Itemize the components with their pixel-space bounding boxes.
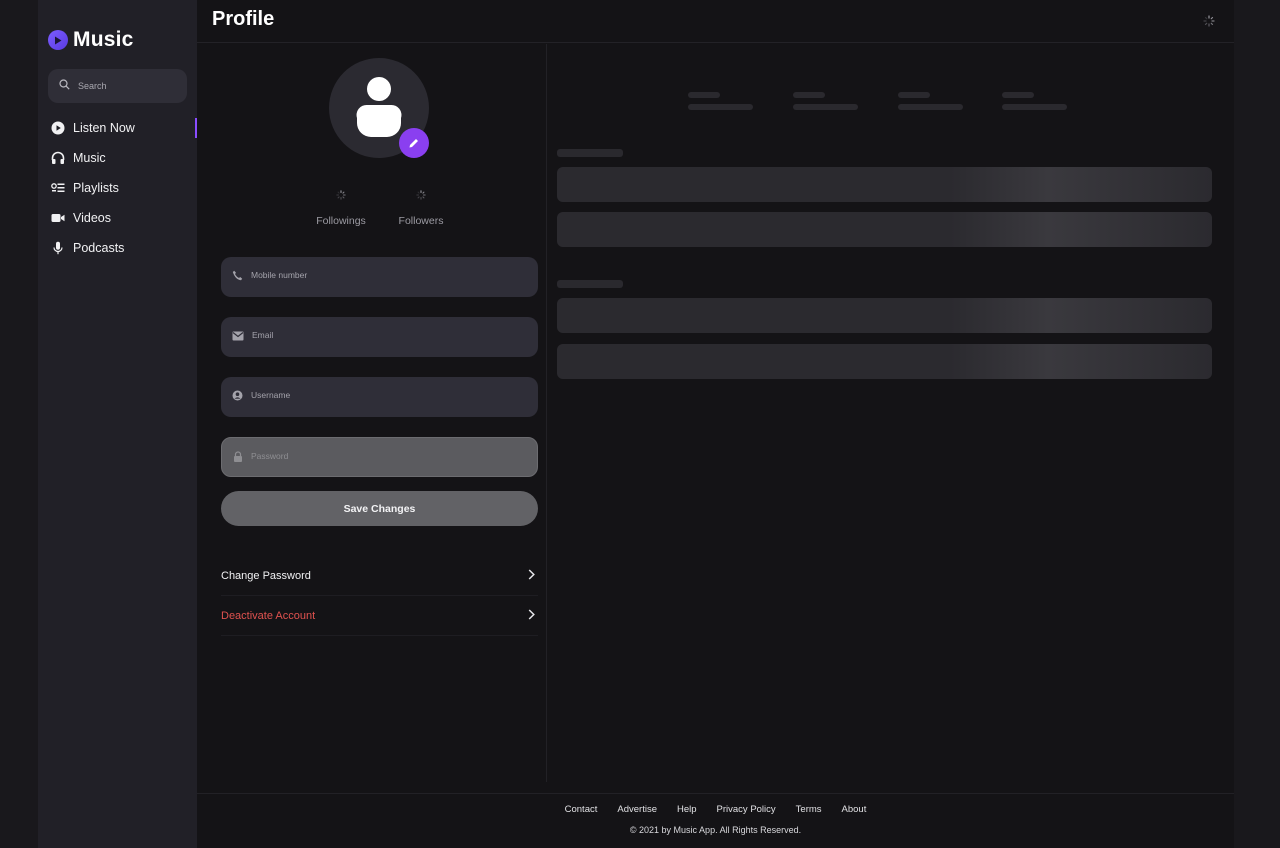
page-header: Profile [197, 0, 1234, 43]
footer-link-about[interactable]: About [842, 804, 867, 815]
sidebar-item-label: Listen Now [73, 121, 135, 135]
sidebar-item-label: Music [73, 151, 106, 165]
user-circle-icon [232, 388, 243, 406]
mobile-number-field[interactable] [221, 257, 538, 297]
sidebar-item-music[interactable]: Music [38, 143, 197, 173]
sidebar-item-label: Videos [73, 211, 111, 225]
skeleton-tab-subtitle [898, 104, 963, 110]
loading-spinner-icon [301, 190, 381, 202]
skeleton-section-heading [557, 149, 623, 157]
footer-link-privacy-policy[interactable]: Privacy Policy [717, 804, 776, 815]
playlist-icon [51, 181, 65, 195]
search-icon [59, 77, 70, 95]
video-icon [51, 211, 65, 225]
footer-link-contact[interactable]: Contact [565, 804, 598, 815]
skeleton-tab-subtitle [793, 104, 858, 110]
sidebar: Music Listen Now Music Playlists [38, 0, 197, 848]
chevron-right-icon [528, 568, 535, 583]
app-logo[interactable]: Music [48, 28, 134, 52]
sidebar-item-podcasts[interactable]: Podcasts [38, 233, 197, 263]
save-changes-button[interactable]: Save Changes [221, 491, 538, 526]
chevron-right-icon [528, 608, 535, 623]
loading-spinner-icon [1203, 14, 1215, 32]
password-input[interactable] [251, 451, 511, 461]
stat-followings[interactable]: Followings [301, 190, 381, 227]
microphone-icon [51, 241, 65, 255]
skeleton-tab-subtitle [688, 104, 753, 110]
mobile-number-input[interactable] [251, 270, 511, 280]
password-field[interactable] [221, 437, 538, 477]
skeleton-tab-subtitle [1002, 104, 1067, 110]
email-field[interactable] [221, 317, 538, 357]
search-box[interactable] [48, 69, 187, 103]
sidebar-item-videos[interactable]: Videos [38, 203, 197, 233]
page-title: Profile [212, 8, 275, 30]
main-content: Profile Followings Followers Mobile numb… [197, 0, 1234, 848]
sidebar-item-label: Playlists [73, 181, 119, 195]
skeleton-tab-title [1002, 92, 1034, 98]
username-field[interactable] [221, 377, 538, 417]
change-password-link[interactable]: Change Password [221, 556, 538, 596]
skeleton-row [557, 298, 1212, 333]
footer-links: Contact Advertise Help Privacy Policy Te… [197, 804, 1234, 815]
pencil-icon [409, 139, 418, 148]
loading-spinner-icon [381, 190, 461, 202]
skeleton-row [557, 167, 1212, 202]
headphones-icon [51, 151, 65, 165]
edit-avatar-button[interactable] [399, 128, 429, 158]
skeleton-tab-title [898, 92, 930, 98]
lock-icon [233, 449, 243, 467]
deactivate-account-link[interactable]: Deactivate Account [221, 596, 538, 636]
sidebar-item-playlists[interactable]: Playlists [38, 173, 197, 203]
skeleton-section-heading [557, 280, 623, 288]
sidebar-item-label: Podcasts [73, 241, 125, 255]
stat-followers[interactable]: Followers [381, 190, 461, 227]
footer-link-advertise[interactable]: Advertise [617, 804, 657, 815]
copyright-text: © 2021 by Music App. All Rights Reserved… [629, 825, 802, 835]
footer-link-terms[interactable]: Terms [796, 804, 822, 815]
profile-panel: Followings Followers Mobile number Email… [197, 44, 547, 782]
app-name: Music [73, 28, 134, 51]
phone-icon [232, 268, 243, 286]
stat-label: Followers [398, 215, 444, 227]
stat-label: Followings [316, 215, 366, 227]
sidebar-nav: Listen Now Music Playlists Videos Podcas… [38, 113, 197, 263]
skeleton-tab-title [688, 92, 720, 98]
footer-link-help[interactable]: Help [677, 804, 697, 815]
deactivate-account-label: Deactivate Account [221, 609, 316, 622]
search-input[interactable] [78, 81, 178, 91]
email-input[interactable] [252, 330, 512, 340]
change-password-label: Change Password [221, 569, 311, 582]
skeleton-row [557, 212, 1212, 247]
sidebar-item-listen-now[interactable]: Listen Now [38, 113, 197, 143]
page-footer: Contact Advertise Help Privacy Policy Te… [197, 793, 1234, 848]
play-circle-icon [51, 121, 65, 135]
play-logo-icon [48, 30, 68, 50]
envelope-icon [232, 328, 244, 346]
skeleton-tab-title [793, 92, 825, 98]
username-input[interactable] [251, 390, 511, 400]
skeleton-row [557, 344, 1212, 379]
